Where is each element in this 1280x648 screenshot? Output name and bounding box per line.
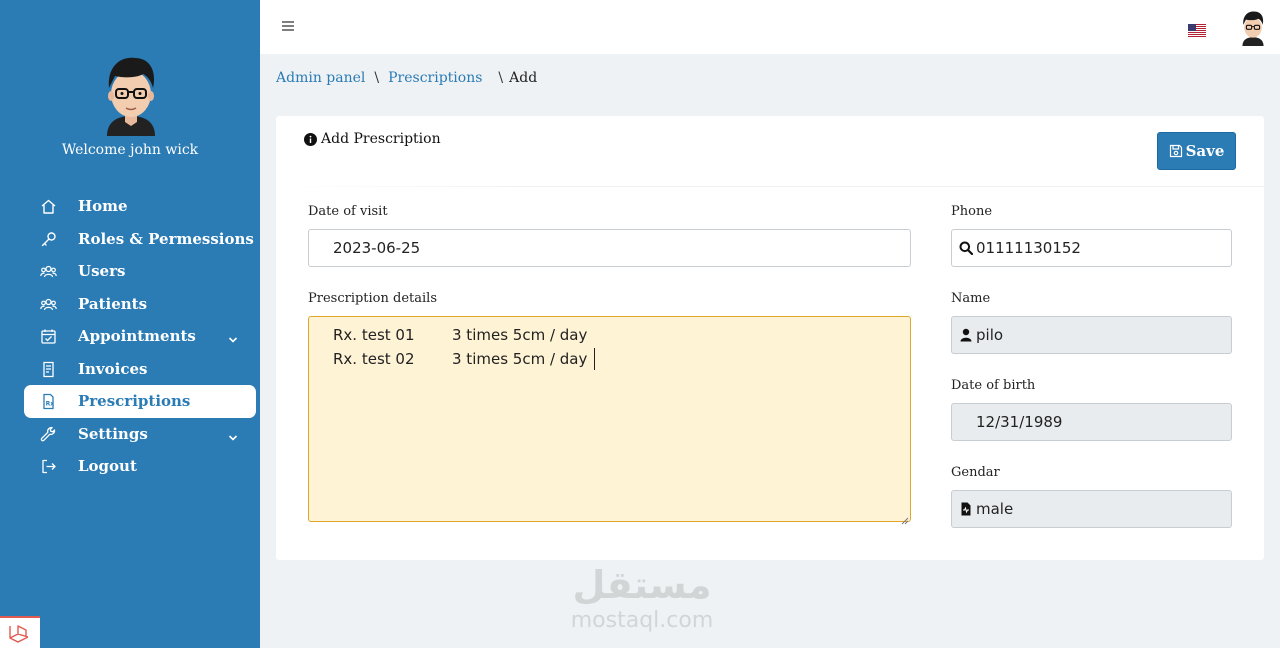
home-icon [40,198,57,215]
us-flag-icon[interactable] [1188,22,1206,37]
mostaql-watermark: مستقل mostaql.com [562,560,722,640]
sidebar: Welcome john wick Home Roles & Permessio… [0,0,260,648]
prescription-line: Rx. test 02 3 times 5cm / day [333,347,910,371]
date-of-visit-label: Date of visit [308,204,388,219]
topbar [260,0,1280,54]
key-icon [40,231,57,248]
sidebar-nav: Home Roles & Permessions Users Patients … [24,190,256,483]
sidebar-item-label: Settings [78,424,148,443]
rx-name: Rx. test 01 [333,326,415,344]
breadcrumb-separator: \ [498,70,504,86]
resize-handle-icon[interactable] [900,511,909,525]
prescription-icon: Rx [40,393,57,410]
name-field: pilo [951,316,1232,354]
sidebar-item-label: Appointments [78,327,196,345]
phone-label: Phone [951,204,993,219]
sidebar-item-logout[interactable]: Logout [24,450,256,483]
invoice-icon [40,361,57,378]
breadcrumb: Admin panel \ Prescriptions \ Add [276,70,537,86]
gender-field: male [951,490,1232,528]
sidebar-item-patients[interactable]: Patients [24,288,256,321]
phone-value: 01111130152 [976,239,1081,257]
breadcrumb-current: Add [509,70,538,86]
save-button[interactable]: Save [1157,132,1236,170]
user-avatar [99,52,163,136]
user-icon [959,328,973,342]
sidebar-item-label: Users [78,262,126,280]
menu-toggle-icon[interactable] [281,18,295,32]
rx-dose: 3 times 5cm / day [452,326,588,344]
save-button-label: Save [1185,142,1225,160]
info-circle-icon [304,132,317,146]
patients-icon [40,296,57,313]
prescription-line: Rx. test 01 3 times 5cm / day [333,323,910,347]
sidebar-item-home[interactable]: Home [24,190,256,223]
prescription-details-label: Prescription details [308,291,437,306]
welcome-text: Welcome john wick [61,142,199,158]
phone-input[interactable]: 01111130152 [951,229,1232,267]
file-medical-icon [959,502,973,516]
save-icon [1169,144,1182,158]
name-value: pilo [976,326,1004,344]
date-of-visit-value: 2023-06-25 [333,239,421,257]
sidebar-item-users[interactable]: Users [24,255,256,288]
breadcrumb-admin-panel[interactable]: Admin panel [276,70,365,86]
card-title-text: Add Prescription [321,131,441,147]
users-icon [40,263,57,280]
prescription-details-textarea[interactable]: Rx. test 01 3 times 5cm / day Rx. test 0… [308,316,911,525]
card-title: Add Prescription [304,131,441,147]
logout-icon [40,458,57,475]
watermark-latin: mostaql.com [570,608,714,633]
gender-label: Gendar [951,465,1000,480]
add-prescription-card: Add Prescription Save Date of visit 2023… [276,116,1264,560]
sidebar-item-label: Home [78,197,128,215]
date-of-birth-label: Date of birth [951,378,1036,393]
date-of-visit-input[interactable]: 2023-06-25 [308,229,911,267]
sidebar-item-label: Roles & Permessions [78,229,254,248]
sidebar-item-label: Logout [78,457,137,475]
card-divider [276,186,1264,187]
name-label: Name [951,291,991,306]
svg-text:Rx: Rx [46,401,55,408]
chevron-down-icon[interactable] [228,429,238,441]
sidebar-item-label: Patients [78,294,148,313]
sidebar-item-prescriptions[interactable]: Rx Prescriptions [24,385,256,418]
date-of-birth-field: 12/31/1989 [951,403,1232,441]
sidebar-item-settings[interactable]: Settings [24,418,256,451]
chevron-down-icon[interactable] [228,331,238,343]
text-caret [594,348,596,370]
sidebar-item-label: Invoices [78,359,148,378]
date-of-birth-value: 12/31/1989 [976,413,1063,431]
calendar-check-icon [40,328,57,345]
breadcrumb-separator: \ [374,70,380,86]
watermark-arabic: مستقل [572,563,712,607]
profile-avatar[interactable] [1238,9,1268,46]
sidebar-item-roles[interactable]: Roles & Permessions [24,223,256,256]
breadcrumb-prescriptions[interactable]: Prescriptions [388,70,482,86]
wrench-icon [40,426,57,443]
rx-dose: 3 times 5cm / day [452,350,588,368]
laravel-debug-icon[interactable] [0,616,40,648]
rx-name: Rx. test 02 [333,350,415,368]
sidebar-item-invoices[interactable]: Invoices [24,353,256,386]
sidebar-item-label: Prescriptions [78,392,191,410]
sidebar-item-appointments[interactable]: Appointments [24,320,256,353]
gender-value: male [976,500,1014,518]
search-icon [959,241,974,256]
